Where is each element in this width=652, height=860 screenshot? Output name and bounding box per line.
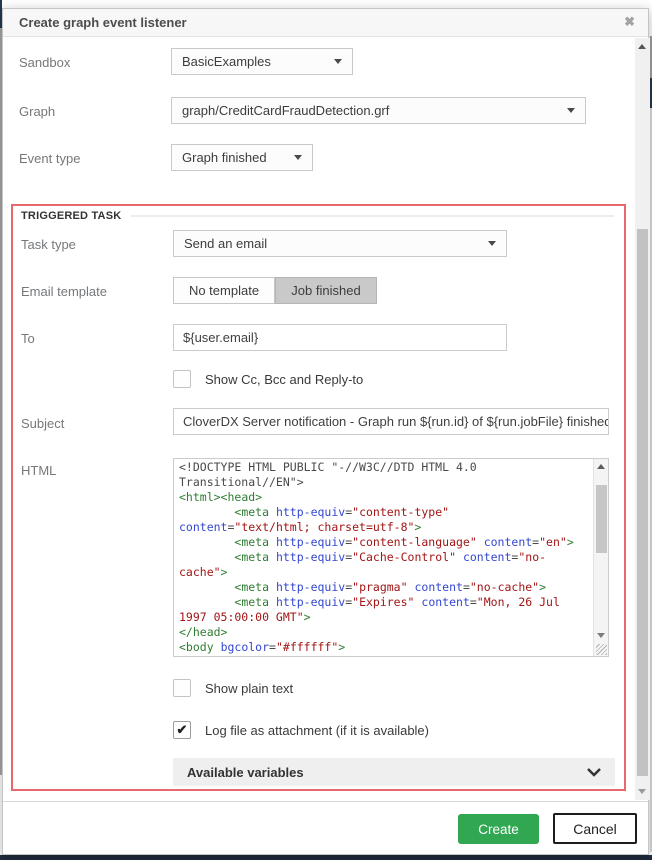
scroll-up-icon[interactable] — [597, 464, 605, 469]
editor-scrollbar[interactable] — [593, 459, 608, 656]
editor-scrollbar-thumb[interactable] — [596, 485, 607, 553]
dialog-title: Create graph event listener — [19, 15, 187, 30]
chevron-down-icon — [488, 241, 496, 246]
graph-select-value: graph/CreditCardFraudDetection.grf — [182, 103, 389, 118]
show-cc-label: Show Cc, Bcc and Reply-to — [205, 372, 363, 387]
task-type-label: Task type — [21, 237, 76, 252]
task-type-select[interactable]: Send an email — [173, 230, 507, 257]
create-graph-event-listener-dialog: Create graph event listener ✖ Sandbox Ba… — [2, 8, 649, 855]
show-cc-checkbox[interactable] — [173, 370, 191, 388]
html-label: HTML — [21, 463, 56, 478]
to-input[interactable]: ${user.email} — [173, 324, 507, 351]
show-plain-text-checkbox[interactable] — [173, 679, 191, 697]
available-variables-label: Available variables — [187, 765, 304, 780]
show-plain-text-label: Show plain text — [205, 681, 293, 696]
task-type-select-value: Send an email — [184, 236, 267, 251]
subject-input[interactable]: CloverDX Server notification - Graph run… — [173, 408, 609, 435]
graph-label: Graph — [19, 104, 55, 119]
dialog-footer: Create Cancel — [3, 801, 648, 854]
dialog-header: Create graph event listener ✖ — [3, 9, 648, 37]
chevron-down-icon — [587, 768, 601, 777]
sandbox-label: Sandbox — [19, 55, 70, 70]
close-icon[interactable]: ✖ — [624, 14, 635, 30]
scroll-down-icon[interactable] — [597, 633, 605, 638]
legend-divider — [131, 215, 614, 217]
triggered-task-legend-row: TRIGGERED TASK — [21, 210, 614, 222]
triggered-task-legend: TRIGGERED TASK — [21, 210, 121, 222]
event-type-select[interactable]: Graph finished — [171, 144, 313, 171]
chevron-down-icon — [334, 59, 342, 64]
html-code-content[interactable]: <!DOCTYPE HTML PUBLIC "-//W3C//DTD HTML … — [179, 460, 579, 655]
to-label: To — [21, 331, 35, 346]
log-attachment-label: Log file as attachment (if it is availab… — [205, 723, 429, 738]
dialog-scrollbar[interactable] — [635, 38, 650, 800]
log-attachment-checkbox[interactable]: ✔ — [173, 721, 191, 739]
chevron-down-icon — [294, 155, 302, 160]
chevron-down-icon — [567, 108, 575, 113]
email-template-toggle: No template Job finished — [173, 277, 377, 304]
toggle-option-job-finished[interactable]: Job finished — [275, 277, 377, 304]
subject-label: Subject — [21, 416, 64, 431]
sandbox-select-value: BasicExamples — [182, 54, 271, 69]
event-type-select-value: Graph finished — [182, 150, 267, 165]
sandbox-select[interactable]: BasicExamples — [171, 48, 353, 75]
create-button[interactable]: Create — [458, 814, 539, 844]
available-variables-expander[interactable]: Available variables — [173, 758, 615, 786]
graph-select[interactable]: graph/CreditCardFraudDetection.grf — [171, 97, 586, 124]
toggle-option-no-template[interactable]: No template — [173, 277, 275, 304]
scroll-down-icon[interactable] — [638, 789, 646, 794]
resize-grip-icon[interactable] — [596, 644, 607, 655]
email-template-label: Email template — [21, 284, 107, 299]
page-bottom-band — [0, 855, 652, 860]
html-code-editor[interactable]: <!DOCTYPE HTML PUBLIC "-//W3C//DTD HTML … — [173, 458, 609, 657]
page: Create graph event listener ✖ Sandbox Ba… — [0, 0, 652, 860]
dialog-scrollbar-thumb[interactable] — [637, 229, 648, 776]
triggered-task-section: TRIGGERED TASK Task type Send an email E… — [11, 204, 626, 791]
scroll-up-icon[interactable] — [638, 44, 646, 49]
event-type-label: Event type — [19, 151, 80, 166]
cancel-button[interactable]: Cancel — [553, 813, 637, 844]
